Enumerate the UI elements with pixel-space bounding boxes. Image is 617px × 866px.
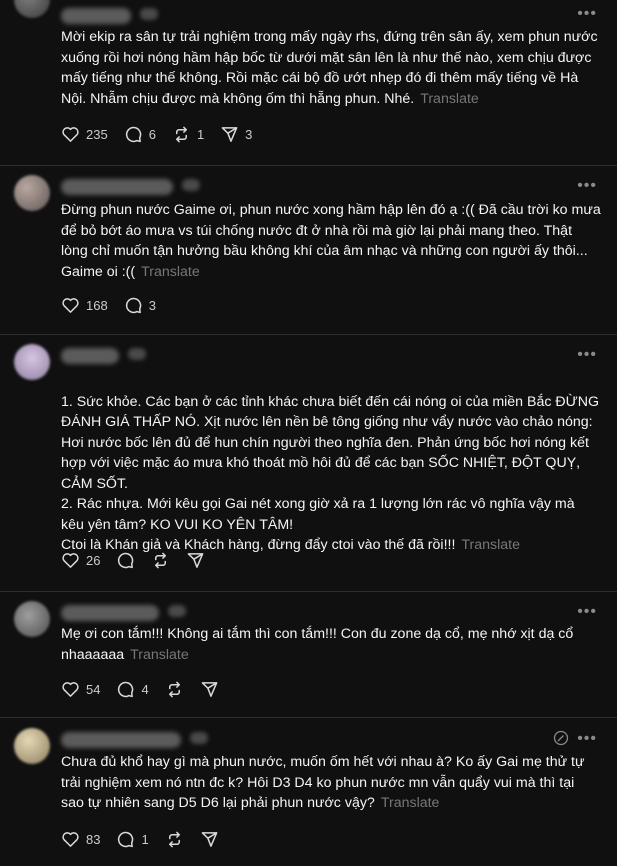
heart-icon <box>61 680 80 699</box>
comment-icon <box>124 125 143 144</box>
translate-link[interactable]: Translate <box>141 264 200 280</box>
post-text: Đừng phun nước Gaime ơi, phun nước xong … <box>61 202 601 280</box>
avatar[interactable] <box>14 344 50 380</box>
more-options-icon[interactable]: ••• <box>577 347 597 363</box>
heart-icon <box>61 551 80 570</box>
timestamp <box>190 732 208 744</box>
comment-count: 3 <box>148 297 156 313</box>
avatar[interactable] <box>14 728 50 764</box>
share-button[interactable] <box>200 680 219 699</box>
more-options-icon[interactable]: ••• <box>577 604 597 620</box>
like-button[interactable]: 26 <box>61 551 100 570</box>
post-actions: 26 <box>61 550 221 570</box>
share-button[interactable]: 3 <box>220 125 252 144</box>
comment-button[interactable]: 6 <box>124 125 156 144</box>
post-actions: 83 1 <box>61 829 235 849</box>
comment-count: 6 <box>148 126 156 142</box>
more-options-icon[interactable]: ••• <box>577 178 597 194</box>
comment-icon <box>124 296 143 315</box>
like-button[interactable]: 168 <box>61 296 108 315</box>
translate-link[interactable]: Translate <box>381 795 440 811</box>
translate-link[interactable]: Translate <box>130 647 189 663</box>
like-count: 83 <box>86 831 101 847</box>
username[interactable] <box>61 348 119 364</box>
pencil-circle-icon[interactable] <box>553 730 569 746</box>
comment-button[interactable]: 4 <box>116 680 149 699</box>
timestamp <box>182 179 200 191</box>
repost-icon <box>172 125 191 144</box>
share-icon <box>186 551 205 570</box>
comment-icon <box>116 680 135 699</box>
post-actions: 235 6 1 3 <box>61 124 268 144</box>
avatar[interactable] <box>14 0 50 18</box>
like-button[interactable]: 83 <box>61 830 100 849</box>
share-button[interactable] <box>200 830 219 849</box>
username[interactable] <box>61 179 173 195</box>
heart-icon <box>61 125 80 144</box>
comment-icon <box>116 830 135 849</box>
more-options-icon[interactable]: ••• <box>577 731 597 747</box>
post-text: Chưa đủ khổ hay gì mà phun nước, muốn ốm… <box>61 754 585 811</box>
timestamp <box>128 348 146 360</box>
divider <box>0 591 617 592</box>
comment-button[interactable]: 1 <box>116 830 149 849</box>
like-button[interactable]: 54 <box>61 680 100 699</box>
comment-icon <box>116 551 135 570</box>
comment-button[interactable] <box>116 551 135 570</box>
share-button[interactable] <box>186 551 205 570</box>
translate-link[interactable]: Translate <box>461 537 520 553</box>
comment-count: 4 <box>141 681 149 697</box>
divider <box>0 334 617 335</box>
like-count: 168 <box>86 297 108 313</box>
share-icon <box>200 680 219 699</box>
repost-button[interactable] <box>151 551 170 570</box>
post-actions: 54 4 <box>61 679 235 699</box>
timestamp <box>140 8 158 20</box>
post-actions: 168 3 <box>61 295 172 315</box>
comment-button[interactable]: 3 <box>124 296 156 315</box>
username[interactable] <box>61 605 159 621</box>
heart-icon <box>61 296 80 315</box>
share-icon <box>200 830 219 849</box>
like-count: 26 <box>86 552 101 568</box>
comment-count: 1 <box>141 831 149 847</box>
more-options-icon[interactable]: ••• <box>577 6 597 22</box>
username[interactable] <box>61 8 131 24</box>
username[interactable] <box>61 732 181 748</box>
translate-link[interactable]: Translate <box>420 91 479 107</box>
like-button[interactable]: 235 <box>61 125 108 144</box>
post-text: 1. Sức khỏe. Các bạn ở các tỉnh khác chư… <box>61 393 600 554</box>
repost-icon <box>151 551 170 570</box>
post-text: Mời ekip ra sân tự trải nghiệm trong mấy… <box>61 29 598 107</box>
share-count: 3 <box>245 126 253 142</box>
avatar[interactable] <box>14 175 50 211</box>
divider <box>0 717 617 718</box>
divider <box>0 165 617 166</box>
like-count: 235 <box>86 126 108 142</box>
avatar[interactable] <box>14 601 50 637</box>
repost-icon <box>165 680 184 699</box>
repost-icon <box>165 830 184 849</box>
timestamp <box>168 605 186 617</box>
repost-button[interactable] <box>165 830 184 849</box>
share-icon <box>220 125 239 144</box>
repost-button[interactable] <box>165 680 184 699</box>
repost-button[interactable]: 1 <box>172 125 204 144</box>
repost-count: 1 <box>196 126 205 142</box>
post-text: Mẹ ơi con tắm!!! Không ai tắm thì con tắ… <box>61 626 574 663</box>
heart-icon <box>61 830 80 849</box>
like-count: 54 <box>86 681 101 697</box>
